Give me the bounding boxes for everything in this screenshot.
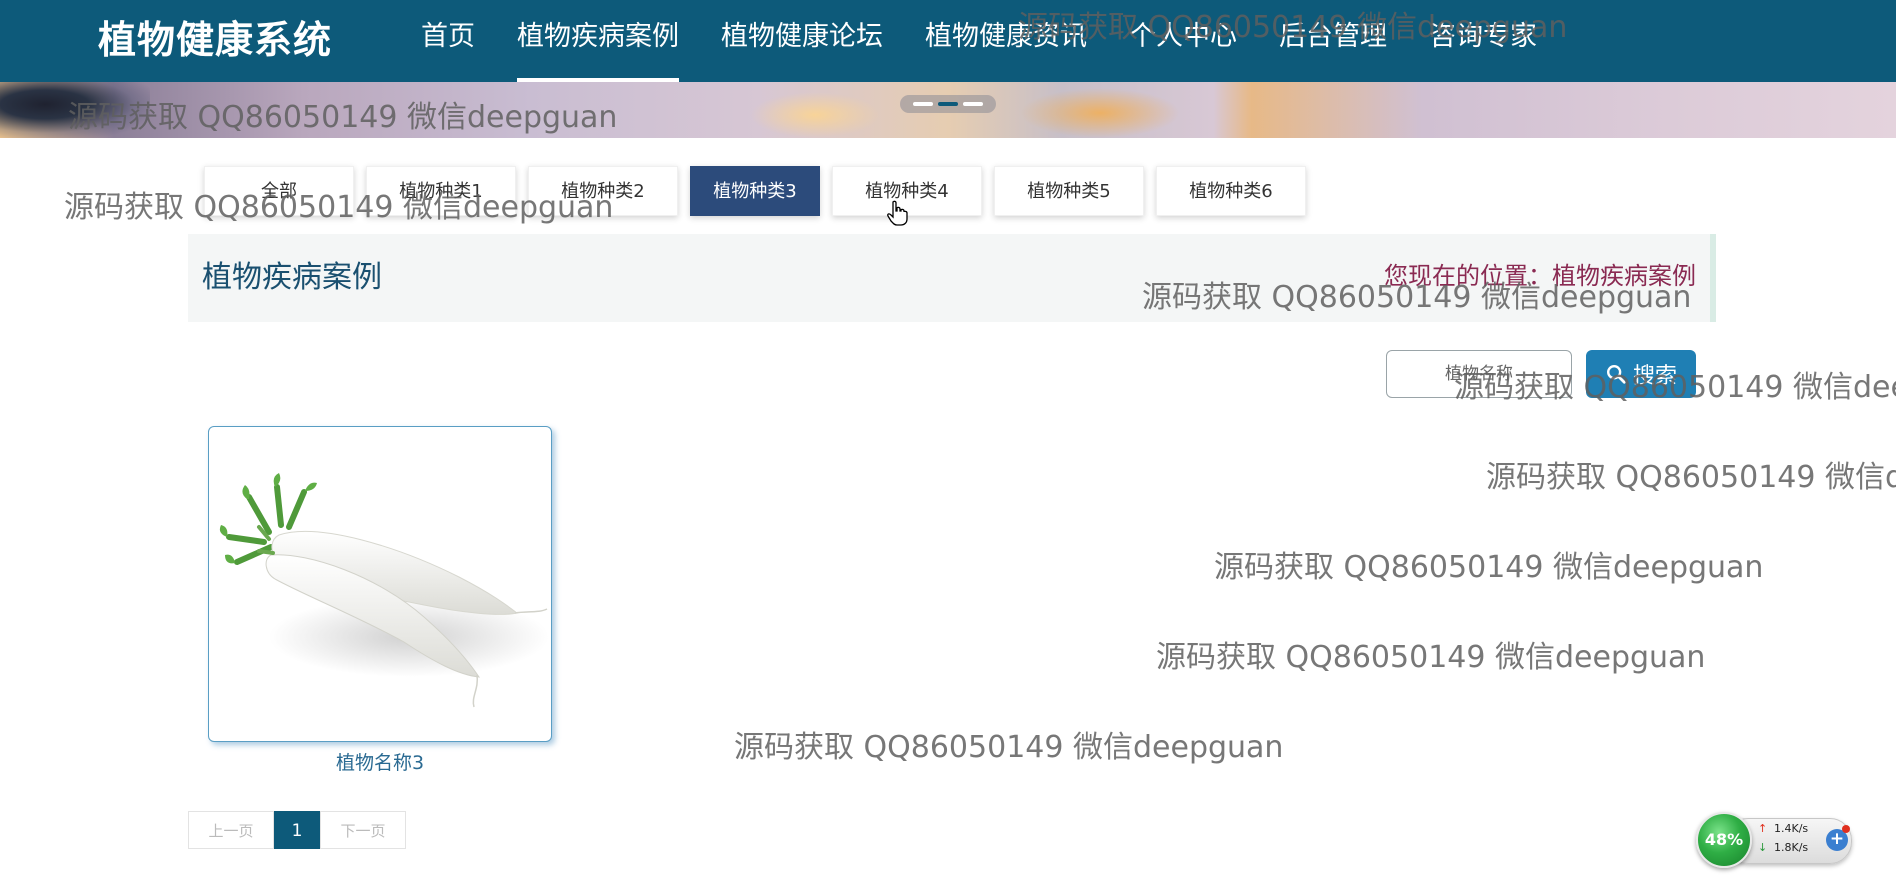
product-name[interactable]: 植物名称3 (208, 748, 552, 778)
download-speed: 1.8K/s (1774, 841, 1809, 854)
breadcrumb: 您现在的位置： 植物疾病案例 (1384, 256, 1696, 296)
tab-plant-type-3[interactable]: 植物种类3 (690, 166, 820, 216)
nav-item-consult-expert[interactable]: 咨询专家 (1408, 0, 1558, 82)
upload-arrow-icon: ↑ (1758, 822, 1768, 835)
top-navbar: 植物健康系统 首页 植物疾病案例 植物健康论坛 植物健康资讯 个人中心 后台管理… (0, 0, 1896, 82)
tab-plant-type-2[interactable]: 植物种类2 (528, 166, 678, 216)
watermark-text: 源码获取 QQ86050149 微信deepguan (1156, 640, 1706, 675)
section-header: 植物疾病案例 您现在的位置： 植物疾病案例 (188, 234, 1716, 322)
carousel-dot-2[interactable] (938, 102, 958, 106)
search-input[interactable] (1386, 350, 1572, 398)
tab-all[interactable]: 全部 (204, 166, 354, 216)
search-icon (1607, 365, 1626, 384)
memory-usage-circle[interactable]: 48% (1696, 812, 1752, 868)
product-image[interactable] (208, 426, 552, 742)
banner-carousel (0, 82, 1896, 138)
brand-title[interactable]: 植物健康系统 (98, 12, 332, 68)
page-title: 植物疾病案例 (202, 260, 382, 295)
banner-decoration (750, 92, 880, 138)
watermark-text: 源码获取 QQ86050149 微信d (1486, 460, 1896, 495)
breadcrumb-current[interactable]: 植物疾病案例 (1552, 256, 1696, 296)
carousel-dot-1[interactable] (913, 102, 933, 106)
notification-dot (1842, 825, 1850, 833)
nav-item-personal-center[interactable]: 个人中心 (1108, 0, 1258, 82)
banner-decoration (0, 82, 150, 138)
search-button-label: 搜索 (1632, 364, 1677, 389)
carousel-dot-3[interactable] (963, 102, 983, 106)
upload-speed: 1.4K/s (1774, 822, 1809, 835)
nav-item-news[interactable]: 植物健康资讯 (904, 0, 1108, 82)
nav-item-admin[interactable]: 后台管理 (1258, 0, 1408, 82)
nav-item-home[interactable]: 首页 (400, 0, 496, 82)
download-arrow-icon: ↓ (1758, 841, 1768, 854)
page-number-button[interactable]: 1 (274, 811, 320, 849)
watermark-text: 源码获取 QQ86050149 微信deepguan (734, 730, 1284, 765)
prev-page-button[interactable]: 上一页 (188, 811, 274, 849)
tab-plant-type-4[interactable]: 植物种类4 (832, 166, 982, 216)
tab-plant-type-1[interactable]: 植物种类1 (366, 166, 516, 216)
tab-plant-type-6[interactable]: 植物种类6 (1156, 166, 1306, 216)
tab-plant-type-5[interactable]: 植物种类5 (994, 166, 1144, 216)
network-speed-widget[interactable]: 48% ↑ 1.4K/s ↓ 1.8K/s + (1696, 812, 1852, 870)
breadcrumb-prefix: 您现在的位置： (1384, 262, 1552, 290)
banner-decoration (1020, 88, 1180, 138)
nav-item-disease-cases[interactable]: 植物疾病案例 (496, 0, 700, 82)
category-tabs: 全部 植物种类1 植物种类2 植物种类3 植物种类4 植物种类5 植物种类6 (204, 166, 1318, 216)
carousel-indicators (900, 95, 996, 113)
main-nav: 首页 植物疾病案例 植物健康论坛 植物健康资讯 个人中心 后台管理 咨询专家 (400, 0, 1558, 82)
nav-item-forum[interactable]: 植物健康论坛 (700, 0, 904, 82)
next-page-button[interactable]: 下一页 (320, 811, 406, 849)
search-button[interactable]: 搜索 (1586, 350, 1696, 398)
pagination: 上一页 1 下一页 (188, 811, 406, 849)
watermark-text: 源码获取 QQ86050149 微信deepguan (1214, 550, 1764, 585)
white-radish-image (219, 473, 549, 708)
